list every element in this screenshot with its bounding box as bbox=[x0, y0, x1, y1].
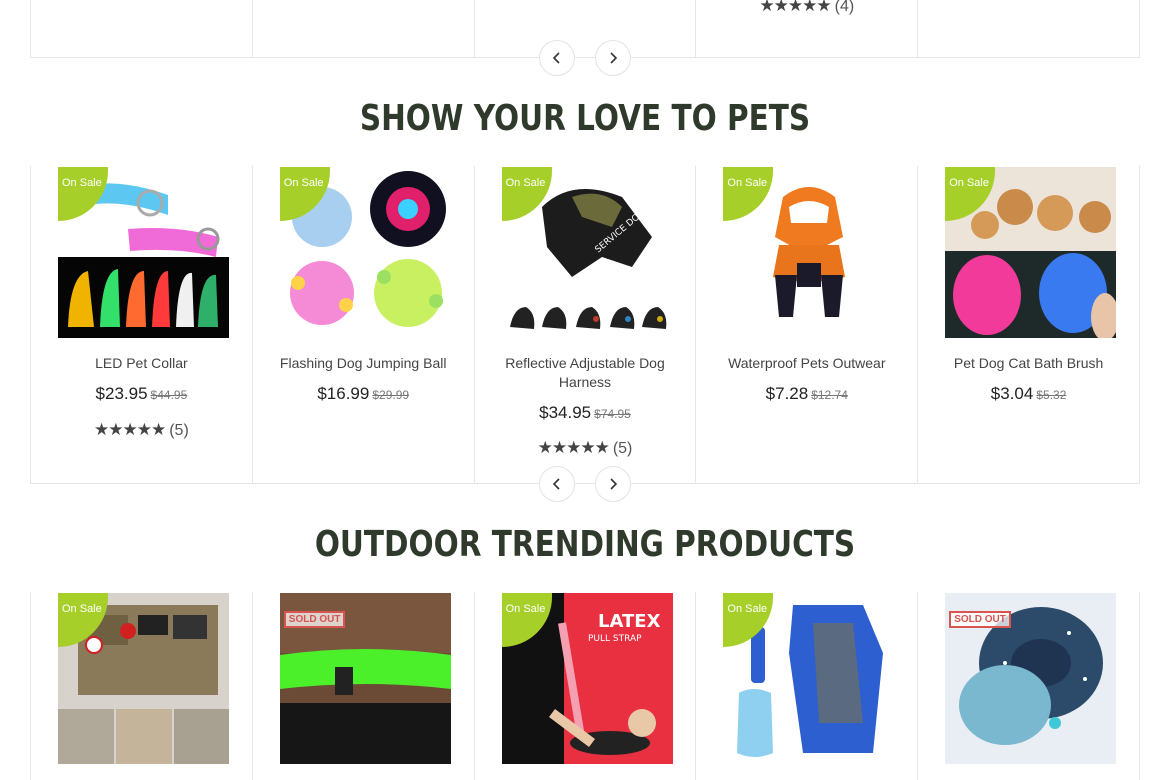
review-count: (5) bbox=[169, 422, 189, 439]
chevron-left-icon bbox=[552, 52, 560, 64]
product-card[interactable]: LATEX PULL STRAP On Sale bbox=[475, 592, 697, 780]
product-card[interactable]: On Sale bbox=[696, 592, 919, 780]
product-image-jumping-ball[interactable]: On Sale bbox=[279, 167, 451, 338]
product-price: $3.04 $5.32 bbox=[918, 384, 1139, 404]
sold-out-badge: SOLD OUT bbox=[283, 611, 346, 628]
star-icon: ★★★★★ bbox=[759, 0, 831, 15]
current-price: $34.95 bbox=[539, 403, 592, 422]
product-image-latex-pull-strap[interactable]: LATEX PULL STRAP On Sale bbox=[501, 593, 673, 764]
product-price: $34.95 $74.95 bbox=[475, 403, 696, 423]
product-card[interactable]: SOLD OUT bbox=[253, 592, 475, 780]
product-price: $23.95 $44.95 bbox=[31, 384, 252, 404]
old-price: $29.99 bbox=[372, 388, 410, 402]
carousel-prev-button[interactable] bbox=[539, 466, 575, 502]
current-price: $16.99 bbox=[317, 384, 370, 403]
section-title-outdoor: OUTDOOR TRENDING PRODUCTS bbox=[314, 524, 856, 565]
product-image-drawstring-bag[interactable]: SOLD OUT bbox=[945, 593, 1117, 764]
sold-out-badge: SOLD OUT bbox=[949, 611, 1011, 628]
product-rating: ★★★★★ (4) bbox=[696, 0, 917, 16]
product-card[interactable]: On Sale Flashing Dog Jumping Ball $16.99… bbox=[253, 166, 475, 483]
product-name[interactable]: Pet Dog Cat Bath Brush bbox=[928, 354, 1129, 373]
section-title-pets: SHOW YOUR LOVE TO PETS bbox=[359, 98, 811, 139]
old-price: $12.74 bbox=[811, 388, 848, 402]
product-card[interactable]: On Sale Pet Dog Cat Bath Brush $3.04 $5.3… bbox=[918, 166, 1140, 483]
current-price: $23.95 bbox=[95, 384, 148, 403]
chevron-right-icon bbox=[610, 478, 618, 490]
product-image-car-organizer[interactable]: On Sale bbox=[58, 593, 229, 764]
product-image-hydration-vest[interactable]: On Sale bbox=[723, 593, 895, 764]
product-card[interactable]: On Sale Waterproof Pets Outwear $7.28 $12… bbox=[696, 166, 919, 483]
product-name[interactable]: LED Pet Collar bbox=[41, 354, 242, 373]
product-price: $7.28 $12.74 bbox=[696, 384, 917, 404]
review-count: (4) bbox=[834, 0, 855, 15]
latex-title: LATEX bbox=[598, 611, 661, 632]
product-rating: ★★★★★ (5) bbox=[475, 438, 696, 458]
carousel-prev-button[interactable] bbox=[539, 40, 575, 76]
product-image-pet-outwear[interactable]: On Sale bbox=[723, 167, 895, 338]
outdoor-product-row: On Sale SOLD OUT LATEX PULL STRAP On Sal… bbox=[30, 592, 1140, 780]
product-image-dog-harness[interactable]: SERVICE DOG On Sale bbox=[501, 167, 673, 338]
product-image-led-collar[interactable]: On Sale bbox=[58, 167, 229, 338]
product-card[interactable]: SOLD OUT bbox=[918, 592, 1140, 780]
carousel-next-button[interactable] bbox=[595, 466, 631, 502]
product-card[interactable]: On Sale LED Pet Collar $23.95 $44.95 ★★★★… bbox=[31, 166, 253, 483]
product-card[interactable] bbox=[475, 0, 697, 57]
product-name[interactable]: Reflective Adjustable Dog Harness bbox=[485, 354, 686, 392]
review-count: (5) bbox=[612, 440, 633, 457]
product-card[interactable] bbox=[31, 0, 253, 57]
product-name[interactable]: Waterproof Pets Outwear bbox=[706, 354, 907, 373]
product-image-running-belt[interactable]: SOLD OUT bbox=[279, 593, 451, 764]
carousel-next-button[interactable] bbox=[595, 40, 631, 76]
product-card[interactable]: On Sale bbox=[31, 592, 253, 780]
chevron-right-icon bbox=[610, 52, 618, 64]
current-price: $7.28 bbox=[765, 384, 809, 403]
product-name[interactable]: Flashing Dog Jumping Ball bbox=[263, 354, 464, 373]
product-card[interactable] bbox=[918, 0, 1140, 57]
latex-subtitle: PULL STRAP bbox=[588, 634, 642, 644]
pets-product-row: On Sale LED Pet Collar $23.95 $44.95 ★★★★… bbox=[30, 166, 1140, 484]
product-card[interactable]: ★★★★★ (4) bbox=[696, 0, 919, 57]
current-price: $3.04 bbox=[990, 384, 1034, 403]
product-rating: ★★★★★ (5) bbox=[31, 420, 252, 440]
previous-product-row: ★★★★★ (4) bbox=[30, 0, 1140, 58]
star-icon: ★★★★★ bbox=[537, 438, 610, 457]
product-price: $16.99 $29.99 bbox=[253, 384, 474, 404]
product-card[interactable]: SERVICE DOG On Sale Reflective Adjustabl… bbox=[475, 166, 697, 483]
old-price: $5.32 bbox=[1036, 388, 1067, 402]
product-card[interactable] bbox=[253, 0, 475, 57]
product-image-bath-brush[interactable]: On Sale bbox=[945, 167, 1117, 338]
old-price: $74.95 bbox=[594, 407, 631, 421]
star-icon: ★★★★★ bbox=[94, 420, 166, 439]
old-price: $44.95 bbox=[150, 388, 188, 402]
chevron-left-icon bbox=[552, 478, 560, 490]
